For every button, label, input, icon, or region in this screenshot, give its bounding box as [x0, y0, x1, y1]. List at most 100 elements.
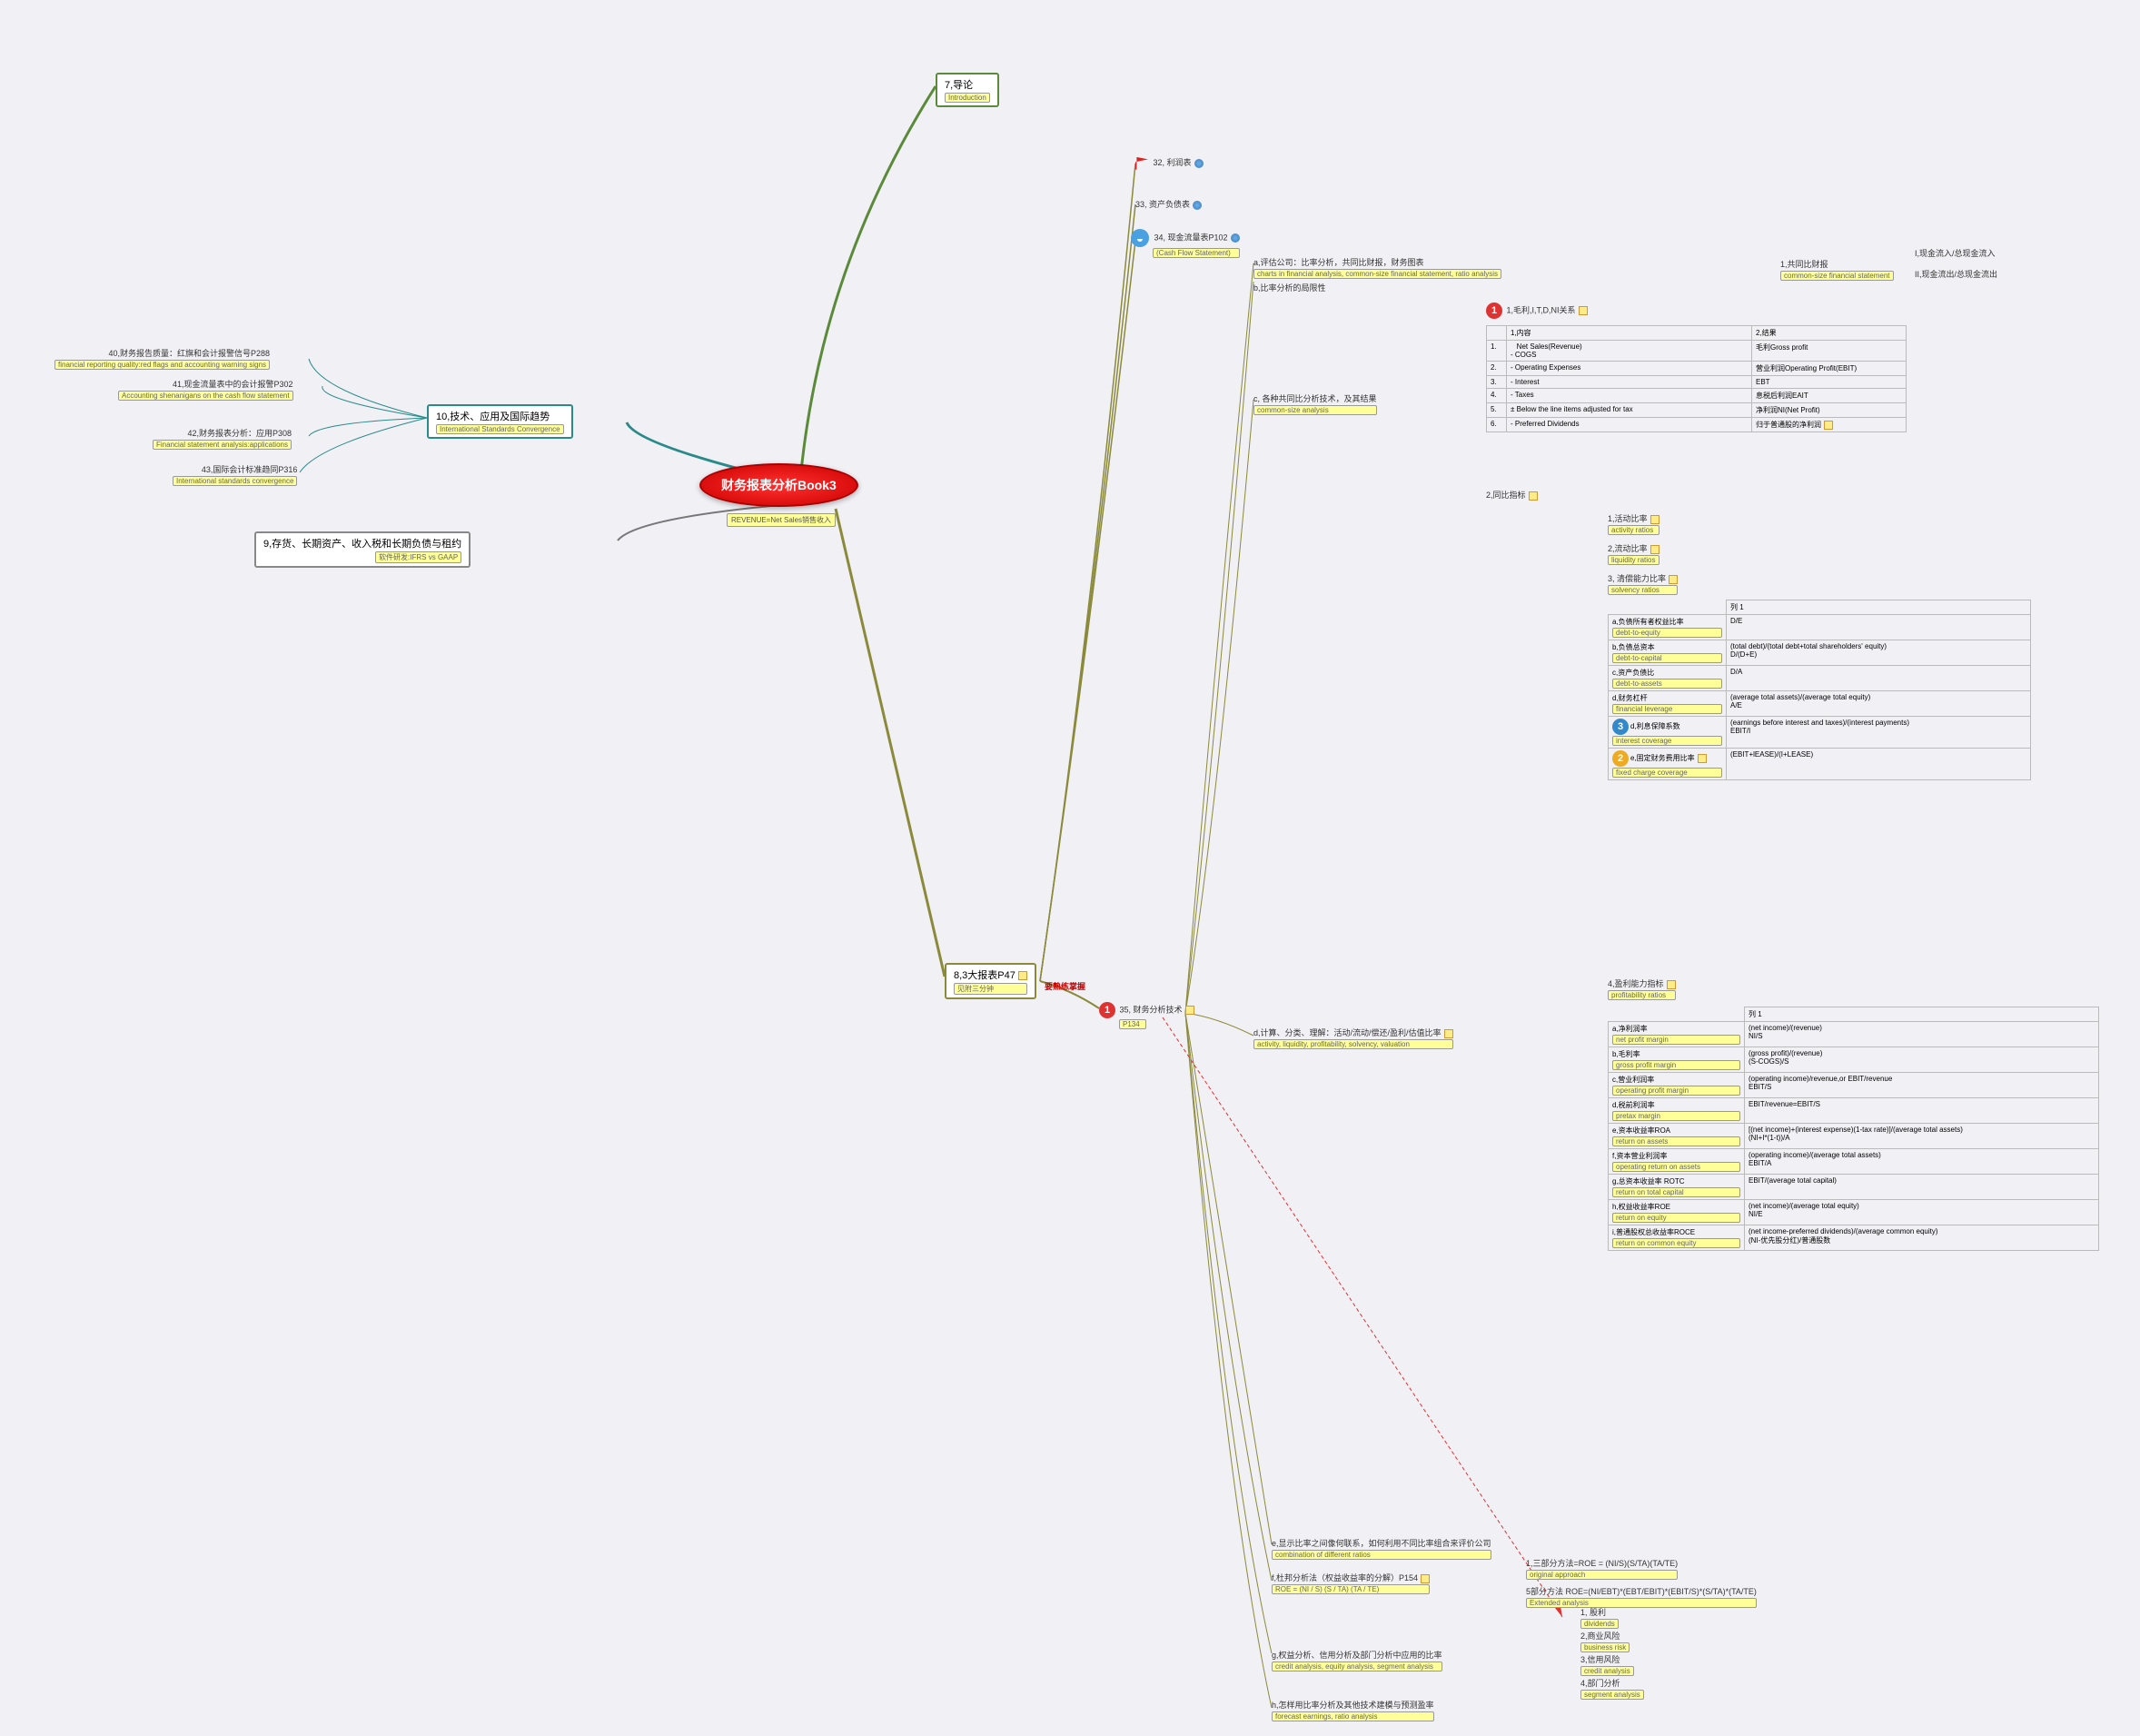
b10-item-1-t: 41,现金流量表中的会计报警P302	[118, 378, 293, 390]
node-35h[interactable]: h,怎样用比率分析及其他技术建模与预测盈率 forecast earnings,…	[1272, 1699, 1434, 1721]
note-icon	[1018, 971, 1027, 980]
node-35f2-1[interactable]: 1, 股利dividends	[1580, 1606, 1619, 1629]
sr5n: e,固定财务费用比率	[1630, 754, 1695, 762]
node-35f1-label: 1,三部分方法=ROE = (NI/S)(S/TA)(TA/TE)	[1526, 1559, 1678, 1568]
node-35f[interactable]: f,杜邦分析法（权益收益率的分解）P154 ROE = (NI / S) (S …	[1272, 1572, 1430, 1594]
node-35b[interactable]: b,比率分析的局限性	[1253, 282, 1326, 293]
b10-item-3-s: International standards convergence	[173, 476, 297, 486]
table-solvency: 列 1 a,负债所有者权益比率debt-to-equityD/E b,负债总资本…	[1608, 600, 2031, 780]
solv-h: 列 1	[1727, 600, 2031, 615]
t1r3c2: 息税后利润EAIT	[1752, 389, 1907, 403]
b10-item-2-t: 42,财务报表分析：应用P308	[153, 427, 292, 439]
pr8s: return on common equity	[1612, 1238, 1740, 1248]
center-node[interactable]: 财务报表分析Book3	[699, 463, 858, 507]
node-35f2-4[interactable]: 4,部门分析segment analysis	[1580, 1677, 1644, 1700]
node-35[interactable]: 1 35, 财务分析技术 P134	[1099, 1002, 1194, 1029]
t1r4c1: ± Below the line items adjusted for tax	[1507, 403, 1752, 418]
b10-item-2[interactable]: 42,财务报表分析：应用P308 Financial statement ana…	[153, 427, 292, 450]
f22t: 2,商业风险	[1580, 1630, 1630, 1642]
sr5v: (EBIT+lEASE)/(I+LEASE)	[1727, 749, 2031, 780]
node-35f2-2[interactable]: 2,商业风险business risk	[1580, 1630, 1630, 1652]
priority-1-icon: 1	[1099, 1002, 1115, 1018]
b10-item-3[interactable]: 43,国际会计标准趋同P316 International standards …	[173, 463, 297, 486]
node-35a1-sub: common-size financial statement	[1780, 271, 1894, 281]
flag-icon	[1135, 157, 1148, 170]
sr5s: fixed charge coverage	[1612, 768, 1722, 778]
ratio-liquidity[interactable]: 2,流动比率 liquidity ratios	[1608, 542, 1659, 565]
sr2n: c,资产负债比	[1612, 668, 1722, 678]
b10-item-0[interactable]: 40,财务报告质量：红旗和会计报警信号P288 financial report…	[54, 347, 270, 370]
node-35f1[interactable]: 1,三部分方法=ROE = (NI/S)(S/TA)(TA/TE) origin…	[1526, 1557, 1678, 1580]
node-35d[interactable]: d,计算、分类、理解：活动/流动/偿还/盈利/估值比率 activity, li…	[1253, 1027, 1453, 1049]
node-35a1[interactable]: 1,共同比财报 common-size financial statement	[1780, 258, 1894, 281]
b10-item-0-s: financial reporting quality:red flags an…	[54, 360, 270, 370]
node-35a-sub: charts in financial analysis, common-siz…	[1253, 269, 1501, 279]
note-icon	[1824, 421, 1833, 430]
node-35g[interactable]: g,权益分析、信用分析及部门分析中应用的比率 credit analysis, …	[1272, 1649, 1442, 1672]
node-35e[interactable]: e,显示比率之间像何联系，如何利用不同比率组合来评价公司 combination…	[1272, 1537, 1491, 1560]
branch-9[interactable]: 9,存货、长期资产、收入税和长期负债与租约 软件研发:IFRS vs GAAP	[254, 531, 471, 568]
node-35e-label: e,显示比率之间像何联系，如何利用不同比率组合来评价公司	[1272, 1539, 1491, 1548]
note-icon	[1698, 754, 1707, 763]
node-33[interactable]: 33, 资产负债表	[1135, 198, 1202, 210]
pr7n: h,权益收益率ROE	[1612, 1202, 1740, 1212]
globe-icon	[1194, 159, 1204, 168]
node-35d-label: d,计算、分类、理解：活动/流动/偿还/盈利/估值比率	[1253, 1028, 1442, 1037]
pr7s: return on equity	[1612, 1213, 1740, 1223]
node-35c[interactable]: c, 各种共同比分析技术，及其结果 common-size analysis	[1253, 392, 1377, 415]
face-icon	[1131, 229, 1149, 247]
f21s: dividends	[1580, 1619, 1619, 1629]
sr0s: debt-to-equity	[1612, 628, 1722, 638]
ratio-profitability-t: 4,盈利能力指标	[1608, 979, 1664, 988]
node-35-label: 35, 财务分析技术	[1120, 1005, 1183, 1014]
t1-h2: 2,结果	[1752, 326, 1907, 341]
ratio-activity-s: activity ratios	[1608, 525, 1659, 535]
node-35f2[interactable]: 5部分方法 ROE=(NI/EBT)*(EBT/EBIT)*(EBIT/S)*(…	[1526, 1585, 1757, 1608]
pr2n: c,营业利润率	[1612, 1075, 1740, 1085]
note-icon	[1529, 491, 1538, 501]
t1r5c2: 归于普通股的净利润	[1756, 421, 1821, 429]
f22s: business risk	[1580, 1642, 1630, 1652]
ratio-profitability-s: profitability ratios	[1608, 990, 1676, 1000]
node-34[interactable]: 34, 现金流量表P102 (Cash Flow Statement)	[1131, 229, 1240, 258]
note-icon	[1579, 306, 1588, 315]
t1r2c1: - Interest	[1507, 376, 1752, 389]
node-35-sub: P134	[1119, 1019, 1146, 1029]
pr0s: net profit margin	[1612, 1035, 1740, 1045]
priority-3-icon: 3	[1612, 719, 1629, 735]
node-34-sub: (Cash Flow Statement)	[1153, 248, 1240, 258]
pr3v: EBIT/revenue=EBIT/S	[1745, 1098, 2099, 1124]
branch-8[interactable]: 8,3大报表P47 见附三分钟	[945, 963, 1036, 999]
sr3s: financial leverage	[1612, 704, 1722, 714]
b10-item-1[interactable]: 41,现金流量表中的会计报警P302 Accounting shenanigan…	[118, 378, 293, 401]
b10-item-0-t: 40,财务报告质量：红旗和会计报警信号P288	[54, 347, 270, 359]
node-35g-label: g,权益分析、信用分析及部门分析中应用的比率	[1272, 1651, 1442, 1660]
pr6v: EBIT/(average total capital)	[1745, 1175, 2099, 1200]
branch-10[interactable]: 10,技术、应用及国际趋势 International Standards Co…	[427, 404, 573, 439]
priority-2-icon: 2	[1612, 750, 1629, 767]
node-35c1[interactable]: 1 1,毛利,I,T,D,NI关系	[1486, 303, 1588, 319]
pr0n: a,净利润率	[1612, 1024, 1740, 1034]
branch-7[interactable]: 7,导论 Introduction	[936, 73, 999, 107]
table-profit-structure: 1,内容2,结果 1. Net Sales(Revenue)- COGS毛利Gr…	[1486, 325, 1907, 432]
ratio-activity[interactable]: 1,活动比率 activity ratios	[1608, 512, 1659, 535]
branch-10-title: 10,技术、应用及国际趋势	[436, 412, 550, 422]
branch-7-sub: Introduction	[945, 93, 990, 103]
node-35h-label: h,怎样用比率分析及其他技术建模与预测盈率	[1272, 1701, 1434, 1710]
ratio-solvency[interactable]: 3, 清偿能力比率 solvency ratios	[1608, 572, 1678, 595]
node-32[interactable]: 32, 利润表	[1135, 156, 1204, 170]
node-35a[interactable]: a,评估公司：比率分析，共同比财报，财务图表 charts in financi…	[1253, 256, 1501, 279]
sr4n: d,利息保障系数	[1630, 722, 1680, 730]
node-35c2[interactable]: 2,同比指标	[1486, 489, 1538, 501]
node-35f2-label: 5部分方法 ROE=(NI/EBT)*(EBT/EBIT)*(EBIT/S)*(…	[1526, 1587, 1757, 1596]
ratio-profitability[interactable]: 4,盈利能力指标 profitability ratios	[1608, 977, 1676, 1000]
node-35f2-3[interactable]: 3,信用风险credit analysis	[1580, 1653, 1634, 1676]
node-35c1-label: 1,毛利,I,T,D,NI关系	[1507, 305, 1576, 314]
globe-icon	[1193, 201, 1202, 210]
sr4s: interest coverage	[1612, 736, 1722, 746]
ratio-liquidity-t: 2,流动比率	[1608, 544, 1648, 553]
node-35a1-II[interactable]: II,现金流出/总现金流出	[1915, 268, 1997, 280]
f24t: 4,部门分析	[1580, 1677, 1644, 1689]
node-35a1-I[interactable]: I,现金流入/总现金流入	[1915, 247, 1996, 259]
ratio-liquidity-s: liquidity ratios	[1608, 555, 1659, 565]
